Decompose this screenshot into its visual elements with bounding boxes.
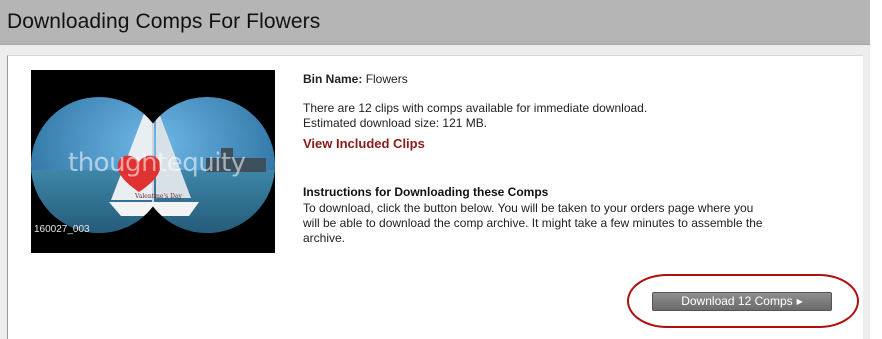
bin-name-value: Flowers <box>365 72 408 86</box>
download-button-label: Download 12 Comps <box>681 294 793 308</box>
view-included-clips-link[interactable]: View Included Clips <box>303 136 425 151</box>
svg-text:Valentine's Day: Valentine's Day <box>134 193 182 200</box>
watermark-text: thoughtequity <box>68 148 246 178</box>
clip-id-label: 160027_003 <box>34 224 90 235</box>
download-size-text: Estimated download size: 121 MB. <box>303 116 488 130</box>
page-header: Downloading Comps For Flowers <box>0 0 870 45</box>
instructions-line-3: archive. <box>303 231 346 245</box>
triangle-right-icon: ▶ <box>796 297 803 306</box>
bin-name-row: Bin Name: Flowers <box>303 72 408 87</box>
clips-count-text: There are 12 clips with comps available … <box>303 101 648 115</box>
clip-thumbnail: Valentine's Day thoughtequity 160027_003 <box>31 70 275 253</box>
bin-name-label: Bin Name: <box>303 72 363 86</box>
instructions-title: Instructions for Downloading these Comps <box>303 185 549 199</box>
download-comps-button[interactable]: Download 12 Comps ▶ <box>652 292 832 311</box>
instructions-line-1: To download, click the button below. You… <box>303 201 754 215</box>
instructions-line-2: will be able to download the comp archiv… <box>303 216 763 230</box>
page-title: Downloading Comps For Flowers <box>7 10 321 33</box>
